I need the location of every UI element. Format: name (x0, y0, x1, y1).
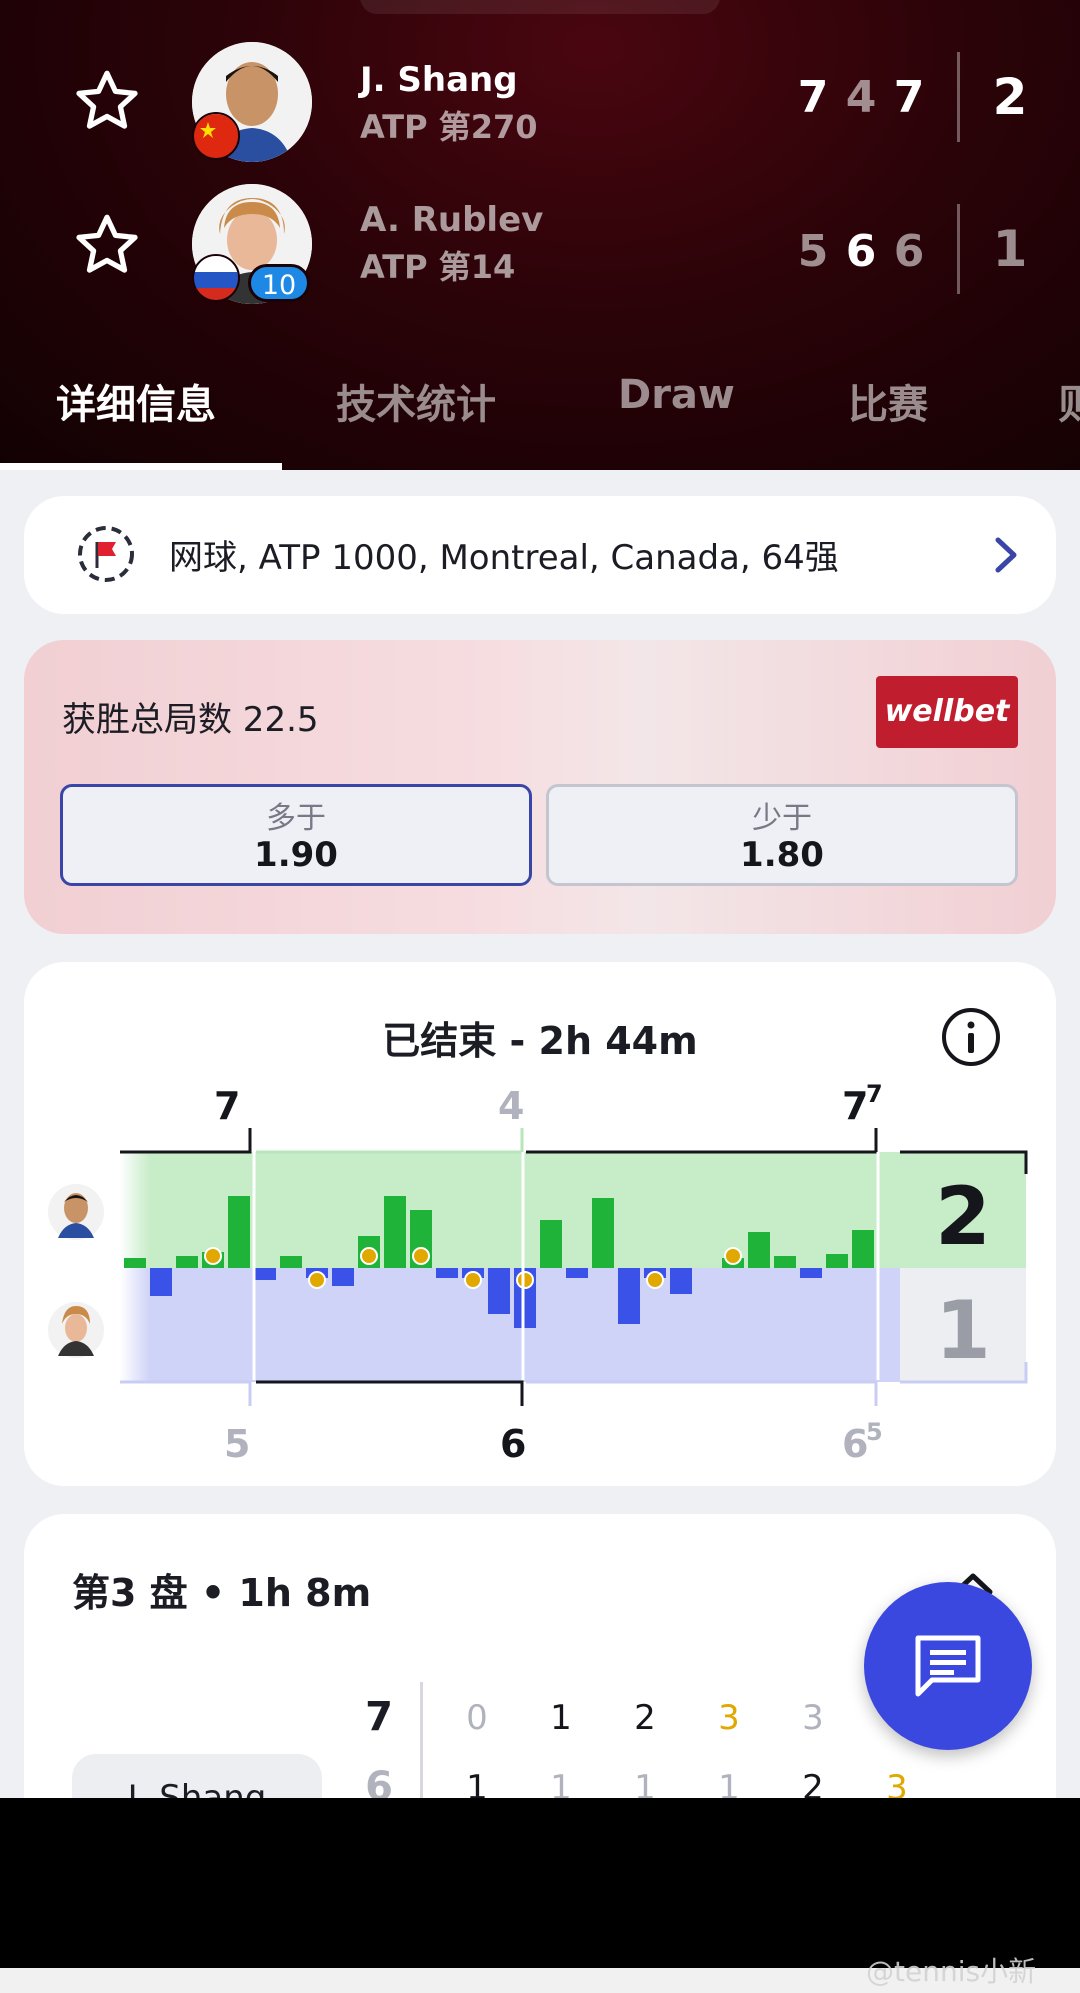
tab-stats[interactable]: 技术统计 (336, 372, 496, 430)
momentum-bar-player1 (176, 1256, 198, 1268)
star-icon[interactable] (72, 210, 142, 280)
tab-draw[interactable]: Draw (618, 372, 735, 418)
tab-matches[interactable]: 比赛 (848, 372, 928, 430)
tournament-name: 网球, ATP 1000, Montreal, Canada, 64强 (169, 538, 839, 578)
set3-score-top: 7 (365, 1694, 393, 1740)
match-header: J. Shang ATP 第270 7 4 7 2 10 A. Rublev A… (0, 0, 1080, 470)
momentum-bar-player2 (566, 1268, 588, 1278)
player-row-2: 10 A. Rublev ATP 第14 5 6 6 1 (0, 174, 1080, 324)
momentum-bar-player2 (488, 1268, 510, 1314)
active-tab-indicator (0, 463, 282, 470)
bet-market-title: 获胜总局数 22.5 (62, 700, 319, 740)
set-label-top: 7 (214, 1084, 241, 1128)
total-sets-top: 2 (935, 1170, 991, 1263)
bookmaker-logo[interactable]: wellbet (876, 676, 1018, 748)
momentum-bar-player2 (254, 1268, 276, 1280)
tournament-card[interactable]: 网球, ATP 1000, Montreal, Canada, 64强 (24, 496, 1056, 614)
momentum-bar-player1 (852, 1230, 874, 1268)
break-point-marker (646, 1271, 664, 1289)
player-rank: ATP 第270 (360, 108, 538, 146)
momentum-bar-player1 (228, 1196, 250, 1268)
watermark: @tennis小新 (866, 1955, 1037, 1988)
set-score: 6 (845, 226, 877, 277)
sets-won: 1 (992, 220, 1028, 278)
odds-value: 1.90 (254, 835, 338, 875)
score-divider (957, 204, 960, 294)
odds-label: 少于 (752, 801, 812, 836)
set3-title: 第3 盘 • 1h 8m (72, 1571, 372, 1615)
player2-mini-avatar (48, 1302, 104, 1358)
momentum-bar-player1 (280, 1256, 302, 1268)
over-odds-button[interactable]: 多于 1.90 (60, 784, 532, 886)
break-point-marker (412, 1247, 430, 1265)
odds-value: 1.80 (740, 835, 824, 875)
tiebreak-score: 7 (866, 1080, 883, 1108)
player-rank: ATP 第14 (360, 248, 516, 286)
break-point-marker (516, 1271, 534, 1289)
set-label-bottom: 5 (224, 1422, 251, 1466)
momentum-bar-player2 (436, 1268, 458, 1278)
top-game-score: 2 (634, 1698, 656, 1738)
momentum-card: 已结束 - 2h 44m 7 4 7 7 5 6 6 5 2 1 (24, 962, 1056, 1486)
set-score: 4 (845, 72, 877, 123)
momentum-bar-player1 (124, 1258, 146, 1268)
top-game-score: 3 (718, 1698, 740, 1738)
momentum-bar-player2 (150, 1268, 172, 1296)
odds-label: 多于 (266, 801, 326, 836)
under-odds-button[interactable]: 少于 1.80 (546, 784, 1018, 886)
momentum-bar-player2 (332, 1268, 354, 1286)
player-row-1: J. Shang ATP 第270 7 4 7 2 (0, 30, 1080, 180)
tournament-flag-icon (78, 526, 134, 582)
app-screen: J. Shang ATP 第270 7 4 7 2 10 A. Rublev A… (0, 0, 1080, 1993)
total-sets-bottom: 1 (935, 1284, 991, 1377)
set-score: 7 (893, 72, 925, 123)
chevron-right-icon (995, 537, 1017, 573)
player-name: A. Rublev (360, 200, 544, 240)
momentum-bar-player1 (592, 1198, 614, 1268)
top-game-score: 0 (466, 1698, 488, 1738)
momentum-bar-player1 (540, 1220, 562, 1268)
sets-won: 2 (992, 68, 1028, 126)
chat-button[interactable] (864, 1582, 1032, 1750)
top-game-score: 1 (550, 1698, 572, 1738)
momentum-bar-player2 (618, 1268, 640, 1324)
tab-details[interactable]: 详细信息 (56, 372, 216, 430)
set-score: 6 (893, 226, 925, 277)
china-flag-icon (192, 112, 240, 160)
set-score: 7 (797, 72, 829, 123)
break-point-marker (464, 1271, 482, 1289)
momentum-bar-player2 (670, 1268, 692, 1294)
set-label-bottom: 6 (842, 1422, 869, 1466)
set-label-top: 4 (498, 1084, 525, 1128)
seed-badge: 10 (248, 264, 310, 302)
drag-handle[interactable] (360, 0, 720, 14)
chat-icon (915, 1635, 981, 1697)
player-name: J. Shang (360, 60, 518, 100)
set-label-top: 7 (842, 1084, 869, 1128)
momentum-bar-player1 (384, 1196, 406, 1268)
break-point-marker (724, 1247, 742, 1265)
break-point-marker (360, 1247, 378, 1265)
break-point-marker (204, 1247, 222, 1265)
momentum-bar-player2 (800, 1268, 822, 1278)
tab-odds[interactable]: 则 (1058, 372, 1080, 430)
set-score: 5 (797, 226, 829, 277)
break-point-marker (308, 1271, 326, 1289)
star-icon[interactable] (72, 66, 142, 136)
score-divider (957, 52, 960, 142)
momentum-bar-player1 (774, 1256, 796, 1268)
bottom-overlay (0, 1798, 1080, 1968)
momentum-bar-player1 (748, 1232, 770, 1268)
russia-flag-icon (192, 254, 240, 302)
set-label-bottom: 6 (500, 1422, 527, 1466)
betting-card: 获胜总局数 22.5 wellbet 多于 1.90 少于 1.80 (24, 640, 1056, 934)
tiebreak-score: 5 (866, 1418, 883, 1446)
momentum-bar-player1 (826, 1254, 848, 1268)
top-game-score: 3 (802, 1698, 824, 1738)
player1-mini-avatar (48, 1184, 104, 1240)
